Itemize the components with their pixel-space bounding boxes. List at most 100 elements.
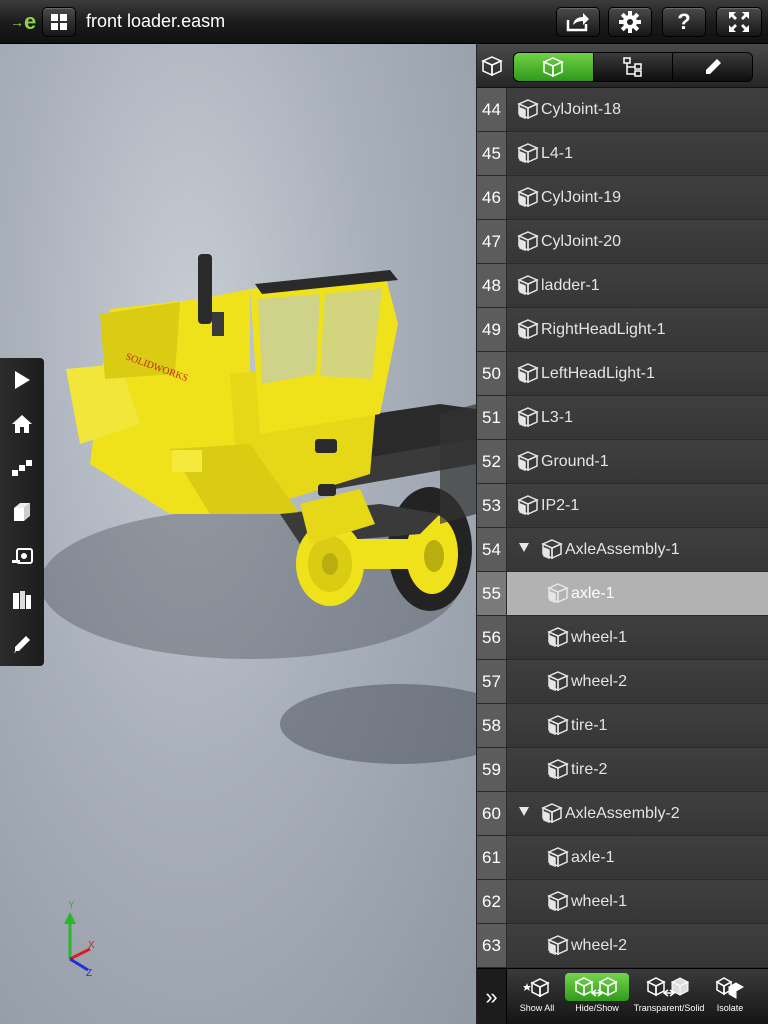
tree-row[interactable]: 50 LeftHeadLight-1 [477,352,768,396]
component-cube-icon[interactable] [545,846,569,870]
row-label: AxleAssembly-1 [565,541,680,558]
enter-arrow-icon: → [10,14,24,30]
component-cube-icon[interactable] [515,362,539,386]
tree-row[interactable]: 49 RightHeadLight-1 [477,308,768,352]
markup-button[interactable] [0,622,44,666]
component-cube-icon[interactable] [539,538,563,562]
tree-row[interactable]: 60 AxleAssembly-2 [477,792,768,836]
row-number: 59 [477,748,507,791]
tree-row[interactable]: 44 CylJoint-18 [477,88,768,132]
tree-row[interactable]: 62 wheel-1 [477,880,768,924]
component-cube-icon[interactable] [515,142,539,166]
tree-row[interactable]: 48 ladder-1 [477,264,768,308]
component-cube-icon[interactable] [515,186,539,210]
share-button[interactable] [556,7,600,37]
row-number: 51 [477,396,507,439]
tree-row[interactable]: 52 Ground-1 [477,440,768,484]
row-label: CylJoint-18 [541,101,622,118]
steps-icon [12,460,32,476]
app-logo[interactable]: → e [10,8,36,36]
tree-row[interactable]: 61 axle-1 [477,836,768,880]
svg-text:Z: Z [86,968,92,979]
row-label: wheel-1 [571,893,628,910]
component-cube-icon[interactable] [545,670,569,694]
component-cube-icon[interactable] [545,714,569,738]
component-cube-icon[interactable] [545,934,569,958]
collapse-panel-button[interactable]: » [477,969,507,1024]
tree-row[interactable]: 47 CylJoint-20 [477,220,768,264]
component-cube-icon[interactable] [515,406,539,430]
tree-row[interactable]: 46 CylJoint-19 [477,176,768,220]
fullscreen-button[interactable] [716,7,762,37]
component-cube-icon[interactable] [515,318,539,342]
component-cube-icon[interactable] [545,758,569,782]
pencil-icon [705,59,721,74]
component-cube-icon[interactable] [515,230,539,254]
tab-components[interactable] [514,53,594,81]
panel-bottom-toolbar: » Show All Hide/Show Transparent/Solid I… [477,968,768,1024]
row-label: L4-1 [541,145,574,162]
front-loader-model[interactable]: SOLIDWORKS Y X Z [0,44,476,1024]
transparent-solid-button[interactable]: Transparent/Solid [629,973,709,1021]
component-cube-icon[interactable] [545,890,569,914]
tree-row[interactable]: 57 wheel-2 [477,660,768,704]
tree-row[interactable]: 53 IP2-1 [477,484,768,528]
settings-button[interactable] [608,7,652,37]
tree-row[interactable]: 55 axle-1 [477,572,768,616]
home-icon [12,415,32,433]
components-icon [542,57,565,77]
show-all-button[interactable]: Show All [507,973,567,1021]
row-label: LeftHeadLight-1 [541,365,655,382]
row-number: 63 [477,924,507,967]
expand-triangle-icon[interactable] [519,543,529,552]
row-label: AxleAssembly-2 [565,805,680,822]
row-label: L3-1 [541,409,574,426]
3d-viewport[interactable]: SOLIDWORKS Y X Z [0,44,476,1024]
row-label: IP2-1 [541,497,580,514]
hide-show-button[interactable]: Hide/Show [563,973,631,1021]
isolate-button[interactable]: Isolate [705,973,755,1021]
row-number: 49 [477,308,507,351]
tab-tree[interactable] [593,53,674,81]
play-animation-button[interactable] [0,358,44,402]
explode-button[interactable] [0,578,44,622]
tree-row[interactable]: 56 wheel-1 [477,616,768,660]
views-button[interactable] [0,490,44,534]
component-cube-icon[interactable] [515,98,539,122]
tree-row[interactable]: 63 wheel-2 [477,924,768,968]
tree-row[interactable]: 45 L4-1 [477,132,768,176]
tree-row[interactable]: 51 L3-1 [477,396,768,440]
grid-menu-button[interactable] [42,7,76,37]
component-cube-icon[interactable] [515,450,539,474]
component-cube-icon[interactable] [539,802,563,826]
component-cube-icon[interactable] [545,582,569,606]
home-view-button[interactable] [0,402,44,446]
isolate-label: Isolate [716,1003,744,1013]
component-cube-icon[interactable] [545,626,569,650]
row-number: 47 [477,220,507,263]
tree-row[interactable]: 54 AxleAssembly-1 [477,528,768,572]
row-label: axle-1 [571,585,615,602]
row-number: 61 [477,836,507,879]
expand-triangle-icon[interactable] [519,807,529,816]
transparent-solid-label: Transparent/Solid [633,1003,705,1013]
row-label: wheel-2 [571,673,628,690]
row-number: 62 [477,880,507,923]
tab-markup[interactable] [673,53,752,81]
help-button[interactable]: ? [662,7,706,37]
explode-icon [13,591,31,609]
tree-icon [623,57,642,77]
component-cube-icon[interactable] [515,494,539,518]
section-button[interactable] [0,534,44,578]
steps-button[interactable] [0,446,44,490]
hide-show-icon [574,977,618,997]
row-label: ladder-1 [541,277,600,294]
panel-cube-icon[interactable] [477,44,507,88]
share-icon [566,13,589,32]
row-number: 46 [477,176,507,219]
views-icon [14,503,30,521]
tree-row[interactable]: 58 tire-1 [477,704,768,748]
tree-row[interactable]: 59 tire-2 [477,748,768,792]
component-cube-icon[interactable] [515,274,539,298]
axis-triad: Y X Z [64,900,95,979]
